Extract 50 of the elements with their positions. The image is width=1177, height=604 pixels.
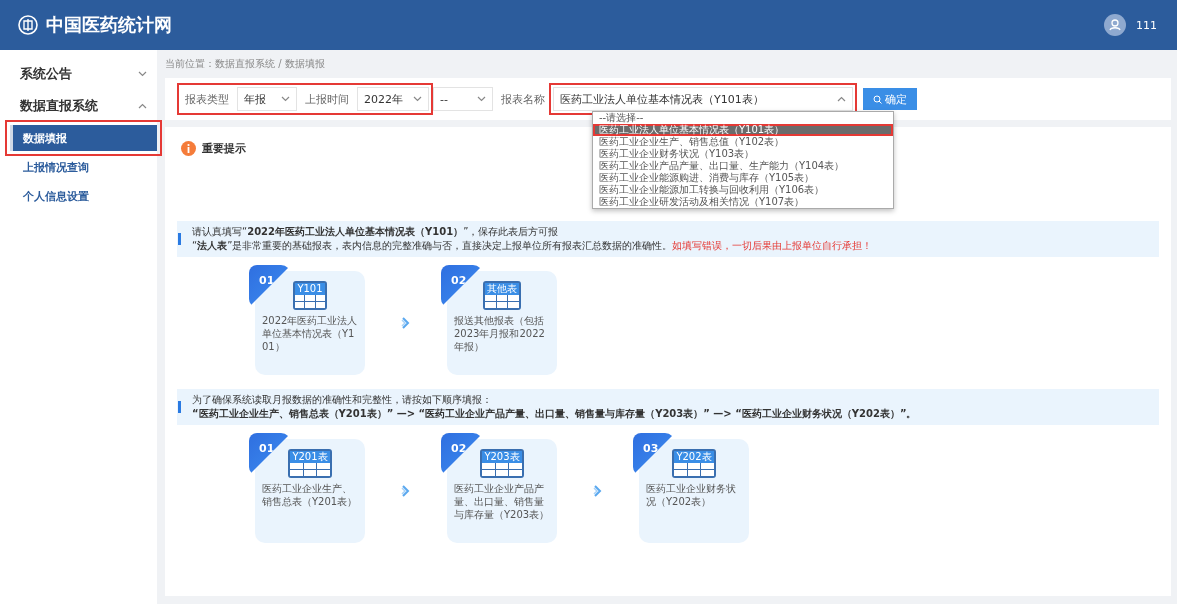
notice-title: 重要提示 xyxy=(202,141,246,156)
dropdown-option[interactable]: 医药工业企业产品产量、出口量、生产能力（Y104表） xyxy=(593,160,893,172)
menu-group[interactable]: 系统公告 xyxy=(0,58,157,90)
select-field[interactable]: 年报 xyxy=(237,87,297,111)
chevron-down-icon xyxy=(138,71,147,77)
table-icon: Y201表 xyxy=(288,449,332,478)
step-text: 医药工业企业财务状况（Y202表） xyxy=(646,482,737,508)
dropdown-option[interactable]: 医药工业企业生产、销售总值（Y102表） xyxy=(593,136,893,148)
field-label: 报表类型 xyxy=(185,91,229,107)
double-chevron-icon xyxy=(593,485,603,497)
chevron-up-icon xyxy=(138,103,147,109)
step-text: 2022年医药工业法人单位基本情况表（Y101） xyxy=(262,314,358,353)
notice-text: 为了确保系统读取月报数据的准确性和完整性，请按如下顺序填报： xyxy=(192,393,493,407)
logo-icon xyxy=(18,15,38,35)
notice-text: “法人表”是非常重要的基础报表，表内信息的完整准确与否，直接决定上报单位所有报表汇总数据的准确性。如填写错误，一切后果由上报单位自行承担！ xyxy=(192,239,874,253)
notice-text: “医药工业企业生产、销售总表（Y201表）” —> “医药工业企业产品产量、出口量、销售量与库存量（Y203表）” —> “医药工业企业财务状况（Y202表）”。 xyxy=(192,407,918,421)
dropdown-option[interactable]: 医药工业企业研发活动及相关情况（Y107表） xyxy=(593,196,893,208)
table-icon: Y101 xyxy=(293,281,327,310)
chevron-down-icon xyxy=(413,96,422,102)
table-icon: Y202表 xyxy=(672,449,716,478)
dropdown-option[interactable]: 医药工业企业能源加工转换与回收利用（Y106表） xyxy=(593,184,893,196)
step-text: 医药工业企业产品产量、出口量、销售量与库存量（Y203表） xyxy=(454,482,550,521)
field-label: 报表名称 xyxy=(501,91,545,107)
table-icon: Y203表 xyxy=(480,449,524,478)
step-text: 医药工业企业生产、销售总表（Y201表） xyxy=(262,482,358,508)
field-label: 上报时间 xyxy=(305,91,349,107)
dropdown-option[interactable]: 医药工业企业能源购进、消费与库存（Y105表） xyxy=(593,172,893,184)
menu-item[interactable]: 上报情况查询 xyxy=(10,154,157,180)
chevron-down-icon xyxy=(281,96,290,102)
select-field[interactable]: -- xyxy=(433,87,493,111)
notice-text: 请认真填写“2022年医药工业法人单位基本情况表（Y101）”，保存此表后方可报 xyxy=(192,225,560,239)
dropdown-option[interactable]: 医药工业法人单位基本情况表（Y101表） xyxy=(593,124,893,136)
chevron-up-icon xyxy=(837,96,846,102)
menu-item[interactable]: 个人信息设置 xyxy=(10,183,157,209)
step-text: 报送其他报表（包括2023年月报和2022年报） xyxy=(454,314,546,353)
site-title: 中国医药统计网 xyxy=(46,13,173,37)
select-field[interactable]: 2022年 xyxy=(357,87,429,111)
dropdown-option[interactable]: 医药工业企业财务状况（Y103表） xyxy=(593,148,893,160)
double-chevron-icon xyxy=(401,485,411,497)
dropdown-option[interactable]: --请选择-- xyxy=(593,112,893,124)
user-name: 111 xyxy=(1136,18,1157,32)
chevron-down-icon xyxy=(477,96,486,102)
menu-group[interactable]: 数据直报系统 xyxy=(0,90,157,122)
table-icon: 其他表 xyxy=(483,281,521,310)
info-icon xyxy=(181,141,196,156)
select-field[interactable]: 医药工业法人单位基本情况表（Y101表） xyxy=(553,87,853,111)
double-chevron-icon xyxy=(401,317,411,329)
avatar-icon[interactable] xyxy=(1104,14,1126,36)
breadcrumb: 当前位置：数据直报系统 / 数据填报 xyxy=(165,57,326,71)
search-icon xyxy=(873,94,882,104)
